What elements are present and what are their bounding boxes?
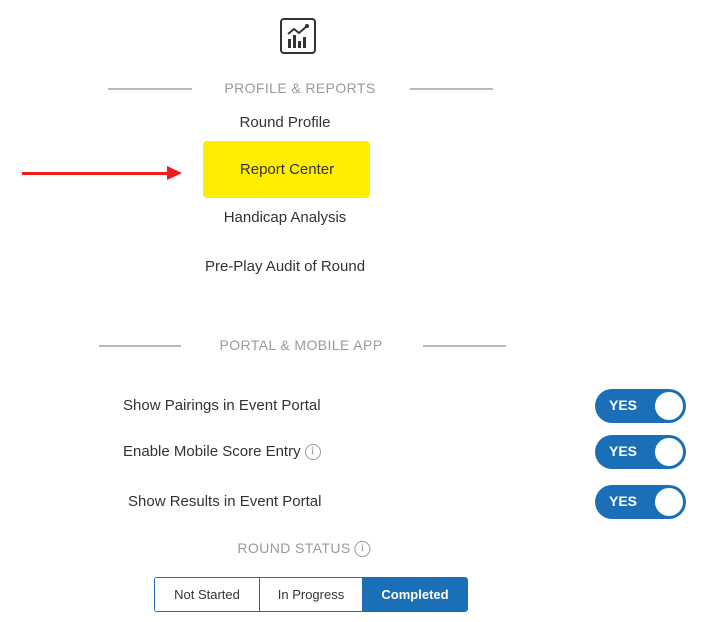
section-heading-portal-mobile: PORTAL & MOBILE APP [219, 337, 383, 353]
toggle-knob [654, 391, 684, 421]
divider-right [423, 345, 506, 347]
enable-mobile-score-toggle[interactable]: YES [595, 435, 686, 469]
toggle-knob [654, 487, 684, 517]
show-pairings-label: Show Pairings in Event Portal [123, 397, 321, 414]
pre-play-audit-link[interactable]: Pre-Play Audit of Round [205, 258, 365, 275]
arrow-right-icon [167, 166, 182, 180]
round-status-text: ROUND STATUS [237, 540, 351, 556]
annotation-arrow-line [22, 172, 170, 175]
info-icon[interactable]: i [304, 444, 321, 460]
toggle-state-label: YES [609, 397, 638, 413]
show-pairings-toggle[interactable]: YES [595, 389, 686, 423]
info-icon[interactable]: i [354, 541, 371, 557]
enable-mobile-score-text: Enable Mobile Score Entry [123, 443, 301, 460]
show-results-toggle[interactable]: YES [595, 485, 686, 519]
toggle-state-label: YES [609, 493, 638, 509]
show-results-label: Show Results in Event Portal [128, 493, 322, 510]
bar-chart-report-icon [280, 18, 316, 54]
section-heading-round-status: ROUND STATUS i [237, 540, 371, 557]
round-status-segmented-control: Not Started In Progress Completed [154, 577, 468, 612]
enable-mobile-score-label: Enable Mobile Score Entry i [123, 443, 321, 460]
handicap-analysis-link[interactable]: Handicap Analysis [224, 209, 347, 226]
round-profile-link[interactable]: Round Profile [240, 114, 331, 131]
divider-left [108, 88, 192, 90]
report-center-link[interactable]: Report Center [240, 161, 334, 178]
section-heading-profile-reports: PROFILE & REPORTS [224, 80, 376, 96]
status-not-started[interactable]: Not Started [155, 578, 260, 611]
status-completed[interactable]: Completed [363, 578, 467, 611]
toggle-knob [654, 437, 684, 467]
status-in-progress[interactable]: In Progress [260, 578, 363, 611]
divider-left [99, 345, 181, 347]
divider-right [410, 88, 493, 90]
toggle-state-label: YES [609, 443, 638, 459]
